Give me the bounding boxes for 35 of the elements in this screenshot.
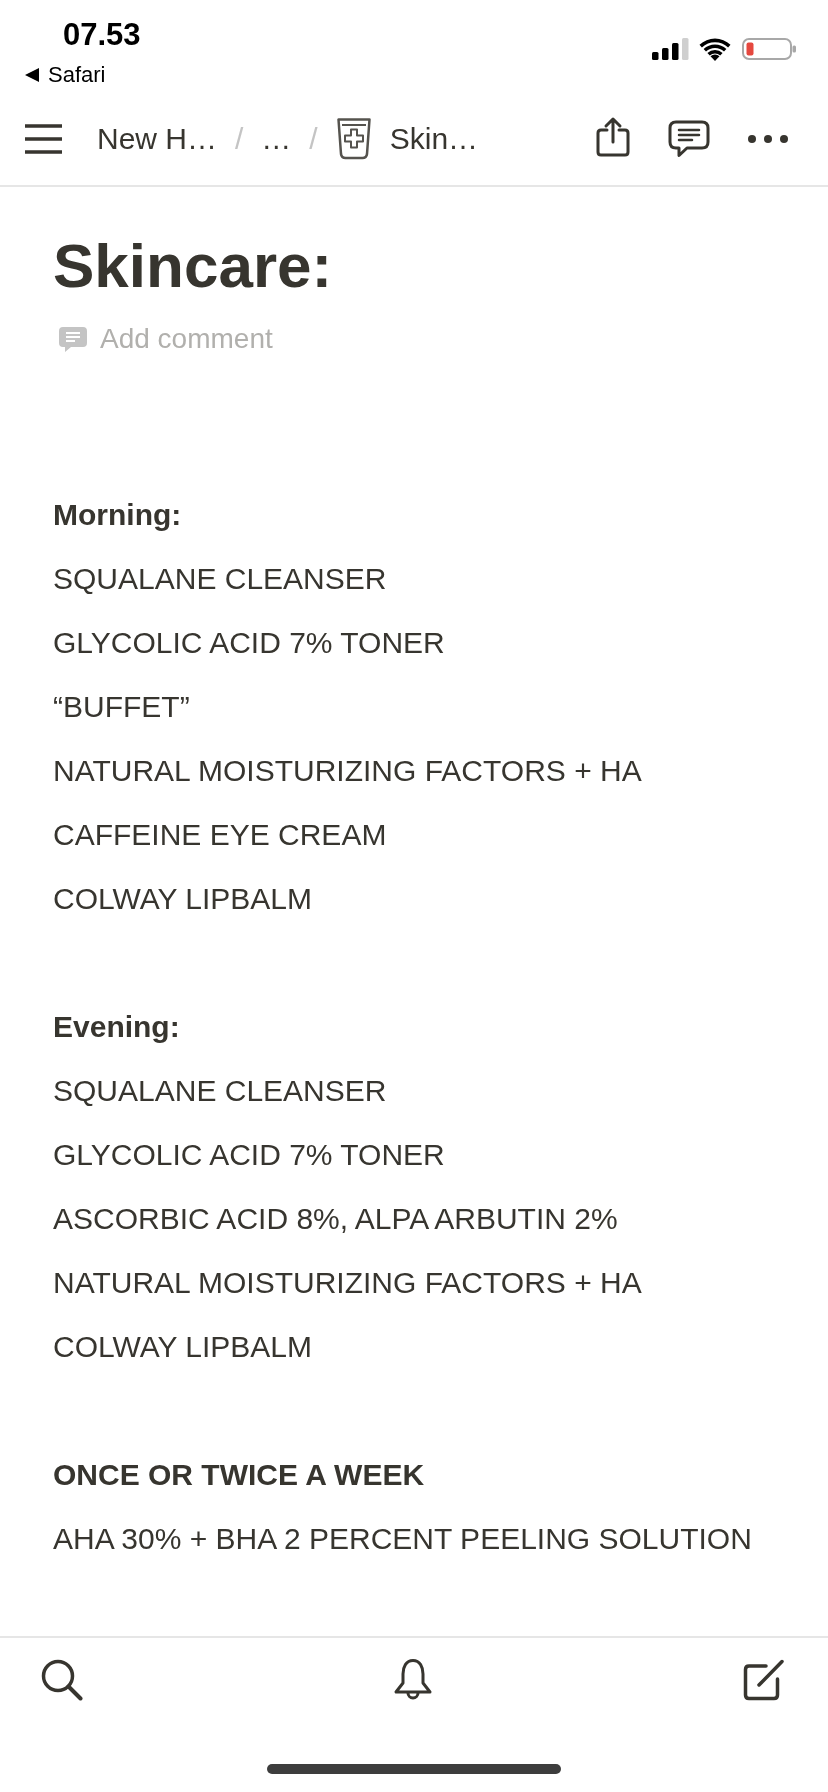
body-text: COLWAY LIPBALM [53,881,313,917]
body-text: AHA 30% + BHA 2 PERCENT PEELING SOLUTION [53,1521,752,1557]
body-text: CAFFEINE EYE CREAM [53,817,388,853]
more-icon[interactable] [748,134,788,143]
section-heading: ONCE OR TWICE A WEEK [53,1457,426,1493]
breadcrumb-link[interactable]: … [261,118,292,159]
section-heading: Morning: [53,497,183,533]
body-text: SQUALANE CLEANSER [53,561,388,597]
back-to-app-link[interactable]: Safari [25,62,106,88]
breadcrumb-link[interactable]: New H… [97,118,217,159]
status-time: 07.53 [63,16,141,54]
body-text: ASCORBIC ACID 8%, ALPA ARBUTIN 2% [53,1201,619,1237]
menu-icon[interactable] [25,123,62,154]
body-text: “BUFFET” [53,689,191,725]
back-triangle-icon [25,68,39,82]
body-text: NATURAL MOISTURIZING FACTORS + HA [53,753,643,789]
comment-icon[interactable] [668,119,710,158]
breadcrumb-link[interactable]: Skin… [335,117,479,160]
body-text: SQUALANE CLEANSER [53,1073,388,1109]
breadcrumb-separator: / [235,120,244,157]
compose-icon[interactable] [742,1658,786,1702]
signal-icon [652,38,689,60]
comment-icon [59,326,87,352]
shield-cross-icon [335,117,372,160]
share-icon[interactable] [596,116,630,157]
section-heading: Evening: [53,1009,181,1045]
battery-icon [742,38,796,60]
body-text: GLYCOLIC ACID 7% TONER [53,625,446,661]
search-icon[interactable] [41,1659,83,1701]
page-title: Skincare: [53,230,333,302]
body-text: GLYCOLIC ACID 7% TONER [53,1137,446,1173]
body-text: COLWAY LIPBALM [53,1329,313,1365]
body-text: NATURAL MOISTURIZING FACTORS + HA [53,1265,643,1301]
breadcrumb-separator: / [309,120,318,157]
wifi-icon [699,38,731,61]
